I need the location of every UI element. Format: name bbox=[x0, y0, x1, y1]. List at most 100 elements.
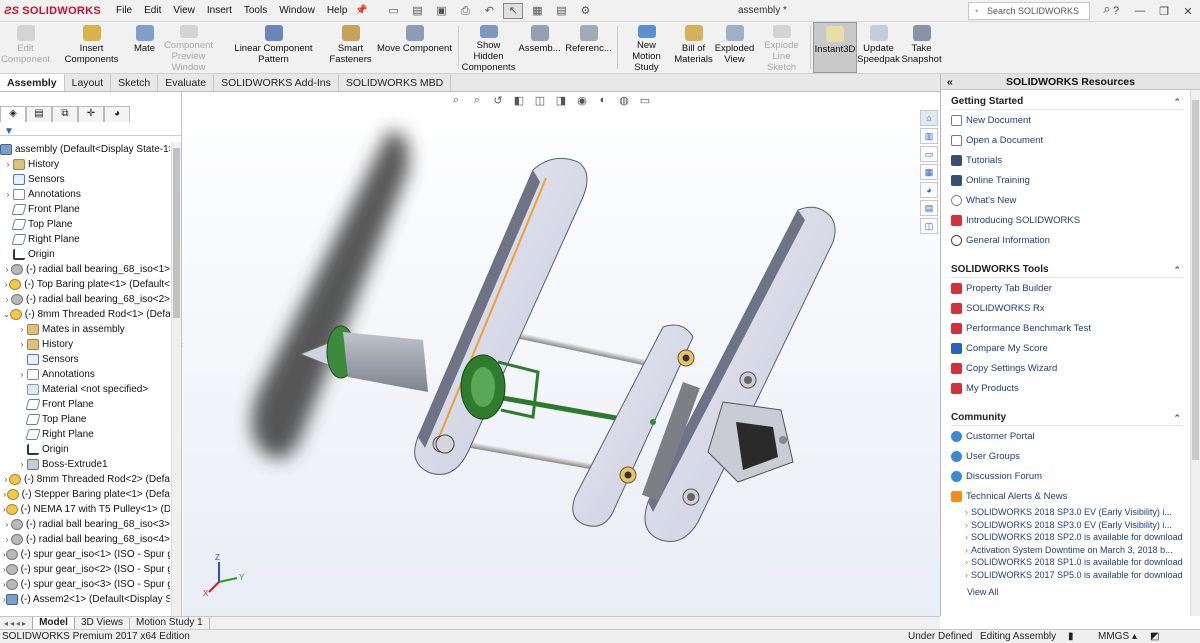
options-gear-icon[interactable]: ⚙ bbox=[575, 3, 595, 19]
select-cursor-icon[interactable]: ↖ bbox=[503, 2, 524, 19]
tab-solidworks-mbd[interactable]: SOLIDWORKS MBD bbox=[339, 74, 452, 91]
tree-node[interactable]: Origin bbox=[0, 247, 170, 262]
scroll-thumb[interactable] bbox=[1192, 100, 1199, 460]
cmd-edit-component[interactable]: Edit Component bbox=[0, 22, 52, 73]
tree-node[interactable]: Top Plane bbox=[0, 412, 170, 427]
expand-toggle-icon[interactable]: › bbox=[17, 460, 27, 469]
configuration-manager-tab-icon[interactable]: ⧉ bbox=[52, 106, 78, 122]
resource-link[interactable]: Open a Document bbox=[951, 130, 1191, 150]
units-dropdown-icon[interactable]: ▴ bbox=[1132, 630, 1137, 643]
expand-toggle-icon[interactable]: › bbox=[3, 295, 11, 304]
open-document-icon[interactable]: ▤ bbox=[407, 3, 427, 19]
news-item[interactable]: Activation System Downtime on March 3, 2… bbox=[951, 544, 1191, 557]
cmd-new-motion-study[interactable]: New Motion Study bbox=[620, 22, 674, 73]
tab-nav-arrows-icon[interactable]: ◂◂◂▸ bbox=[0, 619, 32, 628]
resource-link[interactable]: User Groups bbox=[951, 446, 1191, 466]
section-title[interactable]: Community ⌃ bbox=[951, 410, 1183, 426]
view-palette-icon[interactable]: ▦ bbox=[920, 164, 938, 180]
tree-node[interactable]: › (-) spur gear_iso<3> (ISO - Spur g bbox=[0, 577, 170, 592]
menu-view[interactable]: View bbox=[167, 0, 201, 22]
cmd-assemb[interactable]: Assemb... bbox=[517, 22, 563, 73]
section-title[interactable]: Getting Started ⌃ bbox=[951, 94, 1183, 110]
news-item[interactable]: SOLIDWORKS 2018 SP1.0 is available for d… bbox=[951, 556, 1191, 569]
save-icon[interactable]: ▣ bbox=[431, 3, 451, 19]
tree-scrollbar[interactable] bbox=[171, 142, 181, 616]
bottom-tab-motion-study-1[interactable]: Motion Study 1 bbox=[130, 616, 210, 630]
resource-link[interactable]: Technical Alerts & News bbox=[951, 486, 1191, 506]
menu-help[interactable]: Help bbox=[321, 0, 354, 22]
zoom-to-area-icon[interactable]: ⌕ bbox=[469, 94, 485, 107]
new-document-icon[interactable]: ▭ bbox=[383, 3, 403, 19]
help-icon[interactable]: ? bbox=[1104, 5, 1128, 17]
view-all-link[interactable]: View All bbox=[951, 587, 1191, 597]
resource-link[interactable]: Customer Portal bbox=[951, 426, 1191, 446]
tree-node[interactable]: › (-) spur gear_iso<1> (ISO - Spur g bbox=[0, 547, 170, 562]
section-title[interactable]: SOLIDWORKS Tools ⌃ bbox=[951, 262, 1183, 278]
collapse-pane-icon[interactable]: « bbox=[947, 74, 953, 90]
tree-node[interactable]: › (-) radial ball bearing_68_iso<4> bbox=[0, 532, 170, 547]
menu-tools[interactable]: Tools bbox=[238, 0, 273, 22]
resource-link[interactable]: Online Training bbox=[951, 170, 1191, 190]
undo-icon[interactable]: ↶ bbox=[479, 3, 499, 19]
tree-node[interactable]: › (-) Stepper Baring plate<1> (Defa bbox=[0, 487, 170, 502]
apply-scene-icon[interactable]: ◍ bbox=[616, 94, 632, 107]
pin-icon[interactable]: 📌 bbox=[353, 5, 369, 16]
tree-node[interactable]: › (-) radial ball bearing_68_iso<3> bbox=[0, 517, 170, 532]
units-selector[interactable]: MMGS bbox=[1098, 630, 1129, 643]
menu-window[interactable]: Window bbox=[273, 0, 321, 22]
cmd-instant3d[interactable]: Instant3D bbox=[813, 22, 857, 73]
collapse-caret-icon[interactable]: ⌃ bbox=[1173, 410, 1181, 426]
expand-toggle-icon[interactable]: › bbox=[3, 160, 13, 169]
tree-node[interactable]: › (-) NEMA 17 with T5 Pulley<1> (D bbox=[0, 502, 170, 517]
assembly-model[interactable] bbox=[183, 92, 940, 616]
cmd-component-preview-window[interactable]: Component Preview Window bbox=[158, 22, 220, 73]
tree-node[interactable]: › Annotations bbox=[0, 187, 170, 202]
tree-node[interactable]: Right Plane bbox=[0, 427, 170, 442]
resource-link[interactable]: My Products bbox=[951, 378, 1191, 398]
resource-link[interactable]: Discussion Forum bbox=[951, 466, 1191, 486]
expand-toggle-icon[interactable]: › bbox=[17, 370, 27, 379]
cmd-take-snapshot[interactable]: Take Snapshot bbox=[901, 22, 943, 73]
tree-node[interactable]: Front Plane bbox=[0, 397, 170, 412]
cmd-bill-of-materials[interactable]: Bill of Materials bbox=[674, 22, 714, 73]
resource-link[interactable]: Introducing SOLIDWORKS bbox=[951, 210, 1191, 230]
close-icon[interactable]: ✕ bbox=[1176, 5, 1200, 18]
resource-link[interactable]: New Document bbox=[951, 110, 1191, 130]
cmd-linear-component-pattern[interactable]: Linear Component Pattern bbox=[220, 22, 328, 73]
cmd-exploded-view[interactable]: Exploded View bbox=[714, 22, 756, 73]
news-item[interactable]: SOLIDWORKS 2018 SP2.0 is available for d… bbox=[951, 531, 1191, 544]
cmd-move-component[interactable]: Move Component bbox=[374, 22, 456, 73]
solidworks-logo[interactable]: ƧS SOLIDWORKS bbox=[0, 0, 101, 22]
resource-link[interactable]: Compare My Score bbox=[951, 338, 1191, 358]
resource-link[interactable]: SOLIDWORKS Rx bbox=[951, 298, 1191, 318]
news-item[interactable]: SOLIDWORKS 2017 SP5.0 is available for d… bbox=[951, 569, 1191, 582]
bottom-tab-model[interactable]: Model bbox=[32, 616, 75, 630]
home-icon[interactable]: ⌂ bbox=[920, 110, 938, 126]
expand-toggle-icon[interactable]: › bbox=[3, 265, 11, 274]
view-settings-icon[interactable]: ▭ bbox=[637, 94, 653, 107]
tree-root-assembly[interactable]: assembly (Default<Display State-1> bbox=[0, 142, 170, 157]
tree-node[interactable]: Material <not specified> bbox=[0, 382, 170, 397]
menu-insert[interactable]: Insert bbox=[201, 0, 238, 22]
cmd-insert-components[interactable]: Insert Components bbox=[52, 22, 132, 73]
property-manager-tab-icon[interactable]: ▤ bbox=[26, 106, 52, 122]
tree-node[interactable]: › Annotations bbox=[0, 367, 170, 382]
tree-node[interactable]: Front Plane bbox=[0, 202, 170, 217]
display-manager-tab-icon[interactable]: ◕ bbox=[104, 106, 130, 122]
feature-manager-tab-icon[interactable]: ◈ bbox=[0, 106, 26, 122]
cmd-explode-line-sketch[interactable]: Explode Line Sketch bbox=[756, 22, 808, 73]
menu-edit[interactable]: Edit bbox=[138, 0, 167, 22]
tree-node[interactable]: ⌄ (-) 8mm Threaded Rod<1> (Defa bbox=[0, 307, 170, 322]
filter-icon[interactable]: ▼ bbox=[4, 126, 14, 137]
news-item[interactable]: SOLIDWORKS 2018 SP3.0 EV (Early Visibili… bbox=[951, 506, 1191, 519]
menu-file[interactable]: File bbox=[110, 0, 138, 22]
tree-node[interactable]: › (-) radial ball bearing_68_iso<1> bbox=[0, 262, 170, 277]
expand-toggle-icon[interactable]: › bbox=[3, 535, 11, 544]
tree-node[interactable]: Origin bbox=[0, 442, 170, 457]
resource-link[interactable]: General Information bbox=[951, 230, 1191, 250]
zoom-to-fit-icon[interactable]: ⌕ bbox=[448, 94, 464, 107]
resource-link[interactable]: Performance Benchmark Test bbox=[951, 318, 1191, 338]
tab-assembly[interactable]: Assembly bbox=[0, 74, 65, 91]
tree-node[interactable]: › Boss-Extrude1 bbox=[0, 457, 170, 472]
rebuild-icon[interactable]: ▦ bbox=[527, 3, 547, 19]
